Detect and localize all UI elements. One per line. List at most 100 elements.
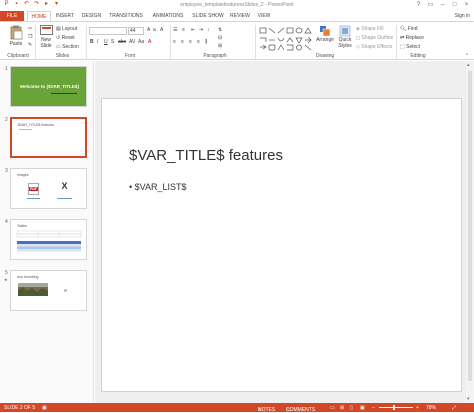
select-button[interactable]: ⬚ Select: [400, 44, 420, 50]
slide-editing-area[interactable]: $VAR_TITLE$ features • $VAR_LIST$ ▴ ▾: [95, 61, 474, 403]
current-slide[interactable]: $VAR_TITLE$ features • $VAR_LIST$: [101, 98, 462, 392]
spelling-icon[interactable]: ▣: [42, 405, 47, 411]
animation-star-icon: ★: [4, 277, 8, 282]
zoom-level[interactable]: 78%: [426, 405, 436, 411]
thumbnail-number: 5: [5, 270, 8, 276]
zoom-in-icon[interactable]: +: [416, 405, 419, 411]
thumbnail-title: Images: [17, 173, 29, 177]
zoom-slider[interactable]: [379, 407, 413, 408]
cut-icon[interactable]: ✂: [28, 26, 32, 32]
collapse-ribbon-icon[interactable]: ⌃: [465, 53, 469, 59]
line-spacing-icon[interactable]: ↕: [207, 27, 210, 33]
new-slide-button[interactable]: New Slide: [38, 25, 54, 49]
paste-icon: [10, 25, 23, 40]
slide-counter: SLIDE 2 OF 5: [4, 405, 36, 411]
group-divider: [35, 25, 36, 59]
replace-label: Replace: [405, 35, 424, 41]
justify-icon[interactable]: ≡: [197, 39, 200, 45]
shape-outline-button[interactable]: ◻ Shape Outline: [356, 35, 393, 41]
underline-icon[interactable]: U: [104, 39, 108, 45]
help-button[interactable]: ?: [413, 0, 424, 10]
bullets-icon[interactable]: ☰: [173, 27, 177, 33]
char-spacing-icon[interactable]: AV: [129, 39, 135, 45]
scroll-down-icon[interactable]: ▾: [467, 396, 470, 402]
normal-view-icon[interactable]: ▭: [330, 405, 335, 411]
font-name-combobox[interactable]: [89, 27, 127, 35]
maximize-button[interactable]: □: [449, 0, 460, 10]
scroll-up-icon[interactable]: ▴: [467, 62, 470, 68]
copy-icon[interactable]: ❐: [28, 34, 32, 40]
bold-icon[interactable]: B: [90, 39, 94, 45]
reading-view-icon[interactable]: ▯: [350, 405, 353, 411]
slide-thumbnail-pane[interactable]: 1 Welcome to {$VAR_TITLE$} 2 $VAR_TITLE$…: [0, 61, 94, 403]
strikethrough-icon[interactable]: abc: [118, 39, 126, 45]
columns-icon[interactable]: ⫼: [205, 39, 207, 45]
minimize-button[interactable]: –: [437, 0, 448, 10]
layout-button[interactable]: ▤ Layout: [56, 26, 77, 32]
close-button[interactable]: ×: [461, 0, 472, 10]
drawing-group-label: Drawing: [315, 53, 335, 59]
quick-styles-button[interactable]: Quick Styles: [335, 25, 355, 49]
paste-button[interactable]: Paste: [5, 25, 27, 47]
numbering-icon[interactable]: ≡: [182, 27, 185, 33]
shapes-gallery[interactable]: [258, 26, 314, 52]
new-slide-label: New Slide: [40, 37, 52, 49]
reset-button[interactable]: ↺ Reset: [56, 35, 75, 41]
arrange-button[interactable]: Arrange: [316, 25, 334, 43]
thumbnail-title: Welcome to {$VAR_TITLE$}: [20, 84, 80, 89]
align-left-icon[interactable]: ≡: [173, 39, 176, 45]
slide-show-icon[interactable]: ▣: [360, 405, 365, 411]
slide-thumbnail-5[interactable]: Any thumbing: [10, 270, 87, 311]
slide-thumbnail-2[interactable]: $VAR_TITLE$ features: [10, 117, 87, 158]
slide-sorter-icon[interactable]: ⊞: [340, 405, 344, 411]
x-image: X: [58, 182, 71, 195]
font-group-label: Font: [124, 53, 135, 59]
text-direction-icon[interactable]: ⇅: [218, 27, 222, 33]
slide-thumbnail-4[interactable]: Tables: [10, 219, 87, 260]
change-case-icon[interactable]: Aa: [138, 39, 144, 45]
font-color-icon[interactable]: A: [148, 39, 151, 45]
grow-font-icon[interactable]: A: [147, 27, 150, 33]
shape-fill-button[interactable]: ◈ Shape Fill: [356, 26, 383, 32]
font-size-combobox[interactable]: 44: [128, 27, 144, 35]
section-button[interactable]: ▭ Section: [56, 44, 79, 50]
shadow-icon[interactable]: S: [111, 39, 114, 45]
status-bar: SLIDE 2 OF 5 ▣ ≡ NOTES ▭ COMMENTS ▭ ⊞ ▯ …: [0, 403, 474, 413]
thumbnail-title: $VAR_TITLE$ features: [18, 123, 54, 127]
slide-body-placeholder[interactable]: • $VAR_LIST$: [129, 182, 187, 192]
format-painter-icon[interactable]: ✎: [28, 42, 32, 48]
fit-to-window-icon[interactable]: ⤢: [452, 405, 456, 411]
italic-icon[interactable]: I: [97, 39, 98, 45]
slide-thumbnail-3[interactable]: Images PDF X: [10, 168, 87, 209]
group-divider: [170, 25, 171, 59]
thumbnail-number: 2: [5, 117, 8, 123]
slide-title-placeholder[interactable]: $VAR_TITLE$ features: [129, 147, 283, 164]
align-center-icon[interactable]: ≡: [181, 39, 184, 45]
slide-thumbnail-1[interactable]: Welcome to {$VAR_TITLE$}: [10, 66, 87, 107]
decrease-indent-icon[interactable]: ⇤: [191, 27, 195, 33]
thumbnail-number: 1: [5, 66, 8, 72]
find-button[interactable]: 🔍︎ Find: [400, 26, 417, 32]
clipboard-group-label: Clipboard: [7, 53, 29, 59]
thumbnail-title: Any thumbing: [17, 275, 39, 279]
zoom-out-icon[interactable]: –: [372, 405, 375, 411]
align-right-icon[interactable]: ≡: [189, 39, 192, 45]
vertical-scrollbar[interactable]: ▴ ▾: [466, 61, 474, 403]
zoom-slider-thumb[interactable]: [393, 405, 395, 410]
new-slide-icon: [39, 25, 53, 35]
ribbon: Paste ✂ ❐ ✎ Clipboard New Slide ▤ Layout…: [0, 21, 474, 60]
thumbnail-bullet-line: [19, 129, 32, 130]
section-label: Section: [62, 44, 79, 50]
thumbnail-number: 4: [5, 219, 8, 225]
replace-button[interactable]: ⇄ Replace: [400, 35, 424, 41]
smartart-icon[interactable]: ⊞: [218, 43, 222, 49]
ribbon-display-button[interactable]: ▭: [425, 0, 436, 10]
clear-formatting-icon[interactable]: A: [160, 27, 163, 33]
scroll-thumb[interactable]: [468, 71, 472, 381]
shape-effects-button[interactable]: ◇ Shape Effects: [356, 44, 392, 50]
shrink-font-icon[interactable]: a: [153, 27, 156, 33]
editing-group-label: Editing: [410, 53, 426, 59]
increase-indent-icon[interactable]: ⇥: [199, 27, 203, 33]
align-text-icon[interactable]: ⊟: [218, 35, 222, 41]
paragraph-group-label: Paragraph: [203, 53, 227, 59]
